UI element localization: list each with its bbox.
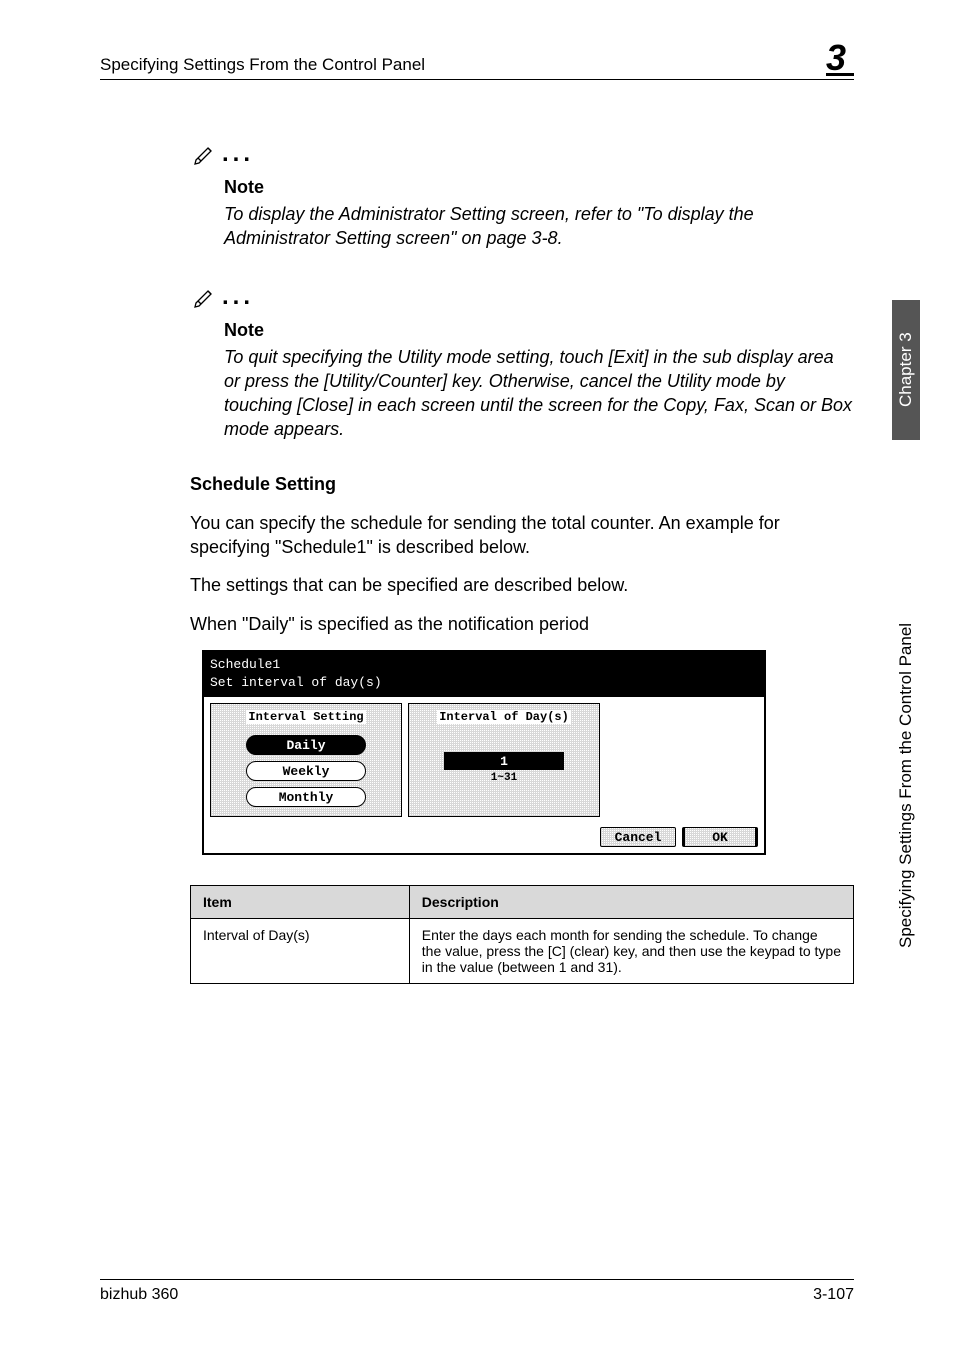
chapter-number: 3 <box>826 40 854 76</box>
weekly-button[interactable]: Weekly <box>246 761 366 781</box>
note-body: To display the Administrator Setting scr… <box>224 202 854 251</box>
ok-button[interactable]: OK <box>682 827 758 847</box>
note-dots: ... <box>222 283 254 310</box>
panel-label: Interval Setting <box>246 710 365 724</box>
lcd-title: Schedule1 <box>210 656 758 674</box>
monthly-button[interactable]: Monthly <box>246 787 366 807</box>
body-para: When "Daily" is specified as the notific… <box>190 612 854 636</box>
pencil-icon <box>190 283 218 316</box>
note-body: To quit specifying the Utility mode sett… <box>224 345 854 442</box>
note-label: Note <box>224 320 854 341</box>
interval-days-panel: Interval of Day(s) 1 1~31 <box>408 703 600 817</box>
lcd-subtitle: Set interval of day(s) <box>210 674 758 692</box>
table-cell-item: Interval of Day(s) <box>191 919 410 984</box>
table-head-description: Description <box>409 886 853 919</box>
interval-value[interactable]: 1 <box>444 752 564 770</box>
note-label: Note <box>224 177 854 198</box>
interval-setting-panel: Interval Setting Daily Weekly Monthly <box>210 703 402 817</box>
note-dots: ... <box>222 140 254 167</box>
body-para: The settings that can be specified are d… <box>190 573 854 597</box>
table-head-item: Item <box>191 886 410 919</box>
page-footer: bizhub 360 3-107 <box>100 1279 854 1304</box>
header-title: Specifying Settings From the Control Pan… <box>100 55 425 75</box>
section-heading: Schedule Setting <box>190 474 854 495</box>
footer-left: bizhub 360 <box>100 1286 178 1304</box>
side-tab-chapter: Chapter 3 <box>892 300 920 440</box>
pencil-icon <box>190 140 218 173</box>
note-block: ... Note To quit specifying the Utility … <box>190 283 854 442</box>
lcd-header: Schedule1 Set interval of day(s) <box>204 652 764 697</box>
body-para: You can specify the schedule for sending… <box>190 511 854 560</box>
footer-right: 3-107 <box>813 1286 854 1304</box>
table-row: Interval of Day(s) Enter the days each m… <box>191 919 854 984</box>
lcd-panel: Schedule1 Set interval of day(s) Interva… <box>202 650 766 855</box>
chapter-number-box: 3 <box>826 40 854 75</box>
panel-label: Interval of Day(s) <box>437 710 571 724</box>
daily-button[interactable]: Daily <box>246 735 366 755</box>
note-block: ... Note To display the Administrator Se… <box>190 140 854 251</box>
interval-range: 1~31 <box>491 772 517 784</box>
table-cell-desc: Enter the days each month for sending th… <box>409 919 853 984</box>
side-tab-title: Specifying Settings From the Control Pan… <box>892 465 920 1105</box>
cancel-button[interactable]: Cancel <box>600 827 676 847</box>
description-table: Item Description Interval of Day(s) Ente… <box>190 885 854 984</box>
